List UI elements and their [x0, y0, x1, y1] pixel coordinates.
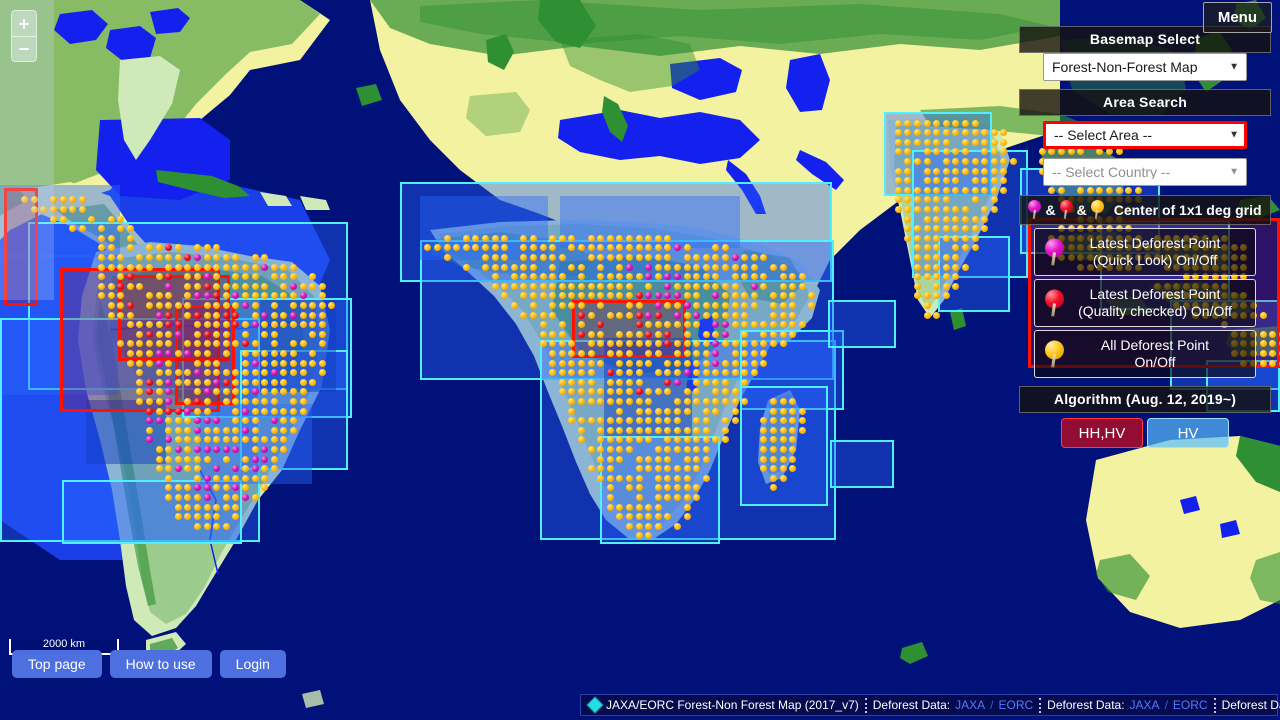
country-select-wrapper[interactable]: -- Select Country -- ▼: [1043, 158, 1247, 186]
algorithm-title: Algorithm (Aug. 12, 2019~): [1019, 386, 1271, 414]
toggle-label-line1: All Deforest Point: [1100, 337, 1210, 354]
status-bar: JAXA/EORC Forest-Non Forest Map (2017_v7…: [580, 694, 1280, 716]
ampersand-2: &: [1076, 201, 1087, 218]
status-deforest-3: Deforest Data: JAXA/EORC: [1216, 699, 1280, 711]
red-pin-icon: [1045, 289, 1064, 317]
yellow-pin-icon: [1090, 200, 1104, 220]
top-page-button[interactable]: Top page: [12, 650, 102, 678]
slash: /: [1164, 698, 1168, 712]
magenta-pin-icon: [1028, 200, 1042, 220]
eorc-link[interactable]: EORC: [1173, 699, 1208, 711]
layer-diamond-icon: [586, 696, 604, 714]
jaxa-link[interactable]: JAXA: [955, 699, 985, 711]
red-pin-icon: [1059, 200, 1073, 220]
toggle-label-line2: (Quick Look) On/Off: [1092, 251, 1218, 268]
map-application: + − 2000 km Top page How to use Login Me…: [0, 0, 1280, 720]
deforest-label: Deforest Data:: [1047, 698, 1125, 712]
slash: /: [990, 698, 994, 712]
login-button[interactable]: Login: [219, 650, 286, 678]
jaxa-link[interactable]: JAXA: [1130, 699, 1160, 711]
status-deforest-2: Deforest Data: JAXA / EORC: [1041, 699, 1213, 711]
toggle-latest-quality-checked[interactable]: Latest Deforest Point (Quality checked) …: [1034, 279, 1256, 328]
status-deforest-1: Deforest Data: JAXA / EORC: [867, 699, 1039, 711]
zoom-out-button[interactable]: −: [12, 36, 36, 61]
country-select[interactable]: -- Select Country --: [1043, 158, 1247, 186]
toggle-latest-quick-look[interactable]: Latest Deforest Point (Quick Look) On/Of…: [1034, 228, 1256, 277]
algorithm-options: HH,HV HV: [1010, 418, 1280, 449]
toggle-label-line2: (Quality checked) On/Off: [1078, 302, 1232, 319]
toggle-label-line1: Latest Deforest Point: [1089, 235, 1221, 251]
zoom-in-button[interactable]: +: [12, 11, 36, 36]
toggle-label-line1: Latest Deforest Point: [1089, 286, 1221, 303]
yellow-pin-icon: [1045, 340, 1064, 368]
how-to-use-button[interactable]: How to use: [109, 650, 212, 678]
magenta-pin-icon: [1045, 238, 1064, 266]
algorithm-hh-hv-button[interactable]: HH,HV: [1061, 418, 1143, 449]
pin-legend-text: Center of 1x1 deg grid: [1113, 201, 1262, 218]
eorc-link[interactable]: EORC: [999, 699, 1034, 711]
area-select-wrapper[interactable]: -- Select Area -- ▼: [1043, 121, 1247, 149]
status-basemap-credit: JAXA/EORC Forest-Non Forest Map (2017_v7…: [583, 696, 865, 714]
bottom-nav: Top page How to use Login: [12, 650, 286, 678]
menu-button[interactable]: Menu: [1202, 2, 1272, 33]
ampersand-1: &: [1045, 201, 1056, 218]
area-select[interactable]: -- Select Area --: [1043, 121, 1247, 149]
zoom-controls[interactable]: + −: [11, 10, 37, 62]
basemap-select-wrapper[interactable]: Forest-Non-Forest Map ▼: [1043, 53, 1247, 81]
deforest-label: Deforest Data:: [1221, 698, 1280, 712]
toggle-label-line2: On/Off: [1134, 353, 1176, 370]
basemap-credit-text: JAXA/EORC Forest-Non Forest Map (2017_v7…: [606, 698, 859, 712]
pin-legend-header: & & Center of 1x1 deg grid: [1019, 195, 1271, 225]
toggle-all-deforest[interactable]: All Deforest Point On/Off: [1034, 330, 1256, 379]
basemap-select[interactable]: Forest-Non-Forest Map: [1043, 53, 1247, 81]
area-search-title: Area Search: [1019, 89, 1271, 116]
deforest-label: Deforest Data:: [872, 698, 951, 712]
control-panel: Basemap Select Forest-Non-Forest Map ▼ A…: [1010, 26, 1280, 449]
algorithm-hv-button[interactable]: HV: [1147, 418, 1229, 449]
